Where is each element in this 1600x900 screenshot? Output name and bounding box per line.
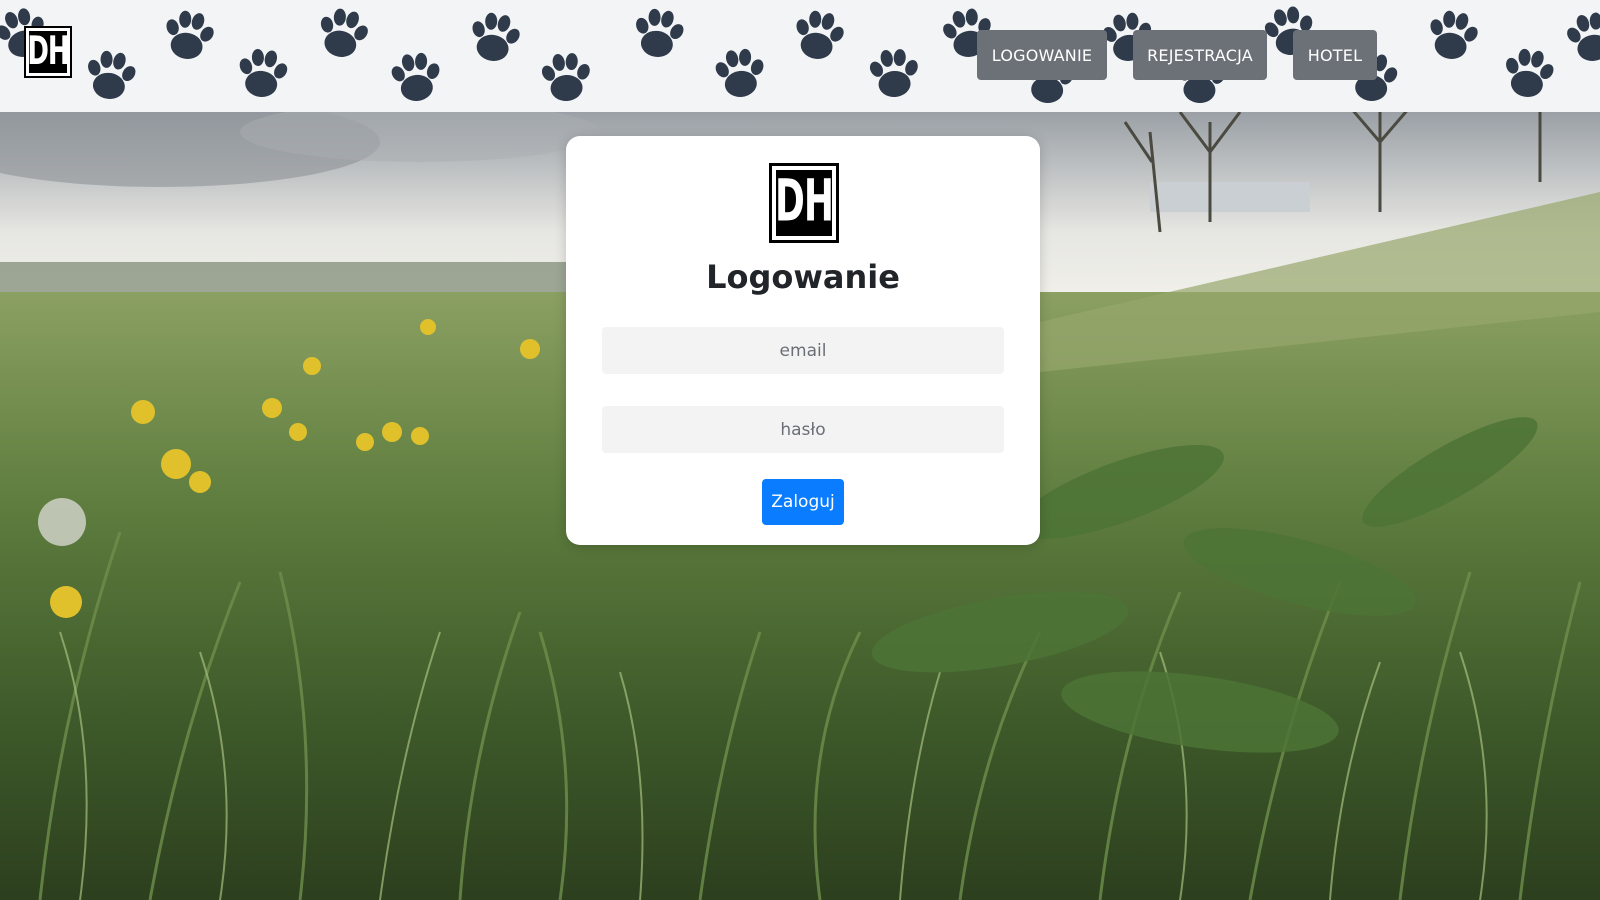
site-header: DH LOGOWANIE REJESTRACJA HOTEL xyxy=(0,0,1600,112)
paw-print-icon xyxy=(312,3,374,63)
paw-print-icon xyxy=(788,6,850,64)
login-logo-text: DH xyxy=(775,169,834,235)
paw-print-icon xyxy=(387,50,445,104)
login-logo: DH xyxy=(769,163,839,243)
paw-print-icon xyxy=(1422,6,1484,64)
site-logo[interactable]: DH xyxy=(24,26,72,78)
paw-print-icon xyxy=(866,46,923,99)
paw-print-icon xyxy=(711,46,769,100)
login-submit-button[interactable]: Zaloguj xyxy=(762,479,844,525)
password-field[interactable] xyxy=(602,406,1004,453)
nav-rejestracja-button[interactable]: REJESTRACJA xyxy=(1133,30,1267,80)
paw-print-icon xyxy=(1561,8,1600,66)
email-field[interactable] xyxy=(602,327,1004,374)
paw-print-icon xyxy=(464,8,526,66)
login-title: Logowanie xyxy=(706,258,900,296)
login-card: DH Logowanie Zaloguj xyxy=(566,136,1040,545)
paw-print-icon xyxy=(81,47,141,103)
paw-print-icon xyxy=(158,6,220,64)
paw-print-icon xyxy=(629,5,689,61)
nav-hotel-button[interactable]: HOTEL xyxy=(1293,30,1377,80)
nav-logowanie-button[interactable]: LOGOWANIE xyxy=(977,30,1107,80)
paw-print-icon xyxy=(234,46,292,100)
paw-print-icon xyxy=(538,50,595,103)
logo-text: DH xyxy=(27,29,69,75)
paw-print-icon xyxy=(1499,45,1559,101)
